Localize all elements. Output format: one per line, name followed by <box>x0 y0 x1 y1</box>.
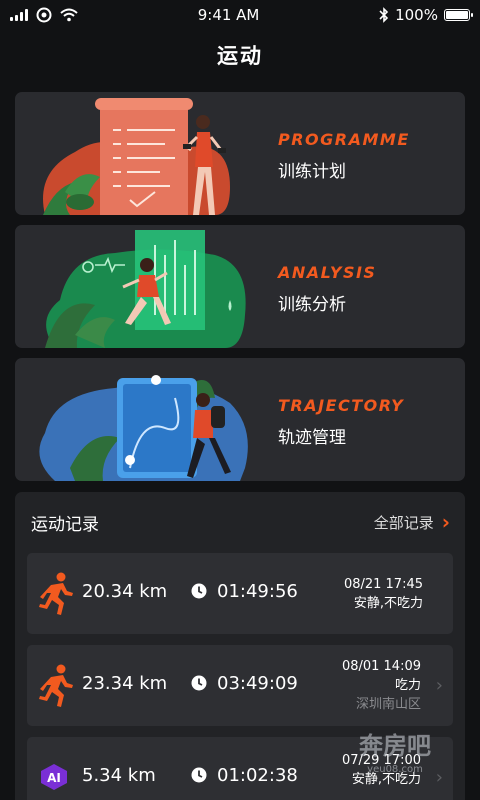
trajectory-title-zh: 轨迹管理 <box>278 428 346 448</box>
record-datetime: 07/29 17:00 <box>341 753 421 768</box>
battery-icon <box>443 9 473 21</box>
chevron-right-icon: › <box>435 675 443 696</box>
trajectory-text: TRAJECTORY 轨迹管理 <box>278 396 404 448</box>
runner-icon <box>39 572 73 615</box>
analysis-title-zh: 训练分析 <box>278 295 346 315</box>
record-meta: 08/01 14:09 吃力 深圳南山区 <box>342 657 421 714</box>
record-datetime: 08/21 17:45 <box>343 577 423 592</box>
record-note: 安静,不吃力 <box>353 596 423 611</box>
trajectory-title-en: TRAJECTORY <box>278 396 405 415</box>
trajectory-illustration <box>39 375 248 481</box>
programme-text: PROGRAMME 训练计划 <box>278 130 410 182</box>
analysis-title-en: ANALYSIS <box>278 263 377 282</box>
analysis-card[interactable]: ANALYSIS 训练分析 <box>15 225 465 348</box>
records-header: 运动记录 全部记录 › <box>15 492 465 552</box>
programme-illustration <box>43 98 230 215</box>
chevron-right-icon: › <box>441 510 450 534</box>
record-distance: 23.34 km <box>82 673 168 694</box>
record-note: 吃力 <box>394 678 421 693</box>
record-item[interactable]: 20.34 km 01:49:56 08/21 17:45 安静,不吃力 <box>27 553 453 634</box>
record-meta: 08/21 17:45 安静,不吃力 <box>344 575 423 613</box>
record-duration: 01:49:56 <box>217 581 298 602</box>
status-right: 100% <box>379 6 473 24</box>
programme-title-zh: 训练计划 <box>278 162 346 182</box>
all-records-link[interactable]: 全部记录 › <box>374 510 450 534</box>
status-time: 9:41 AM <box>197 6 260 24</box>
ai-badge-label: AI <box>47 771 61 785</box>
record-meta: 07/29 17:00 安静,不吃力 <box>342 751 421 789</box>
record-item[interactable]: AI 5.34 km 01:02:38 07/29 17:00 安静,不吃力 › <box>27 737 453 800</box>
status-bar: 9:41 AM 100% <box>0 0 480 30</box>
clock-icon <box>191 583 207 599</box>
record-location: 深圳南山区 <box>355 697 421 712</box>
wifi-icon <box>60 8 78 22</box>
clock-icon <box>191 675 207 691</box>
signal-icon <box>10 9 28 21</box>
analysis-illustration <box>45 230 246 348</box>
record-duration: 01:02:38 <box>217 765 298 786</box>
record-datetime: 08/01 14:09 <box>341 659 421 674</box>
battery-percent: 100% <box>395 6 438 24</box>
record-item[interactable]: 23.34 km 03:49:09 08/01 14:09 吃力 深圳南山区 › <box>27 645 453 726</box>
record-duration: 03:49:09 <box>217 673 298 694</box>
page-title: 运动 <box>217 44 263 68</box>
status-left <box>10 7 78 23</box>
record-distance: 20.34 km <box>82 581 168 602</box>
programme-title-en: PROGRAMME <box>278 130 410 149</box>
record-note: 安静,不吃力 <box>351 772 421 787</box>
all-records-label: 全部记录 <box>373 513 434 532</box>
trajectory-card[interactable]: TRAJECTORY 轨迹管理 <box>15 358 465 481</box>
runner-icon <box>39 664 73 707</box>
records-panel: 运动记录 全部记录 › 20.34 km 01:49:56 08/21 17:4… <box>15 492 465 800</box>
record-distance: 5.34 km <box>82 765 156 786</box>
programme-card[interactable]: PROGRAMME 训练计划 <box>15 92 465 215</box>
battery-level <box>445 11 468 19</box>
clock-icon <box>191 767 207 783</box>
chevron-right-icon: › <box>435 767 443 788</box>
ai-badge-icon: AI <box>41 764 67 790</box>
bluetooth-icon <box>379 7 389 23</box>
records-title: 运动记录 <box>31 514 99 535</box>
sync-icon <box>36 7 52 23</box>
analysis-text: ANALYSIS 训练分析 <box>278 263 376 315</box>
